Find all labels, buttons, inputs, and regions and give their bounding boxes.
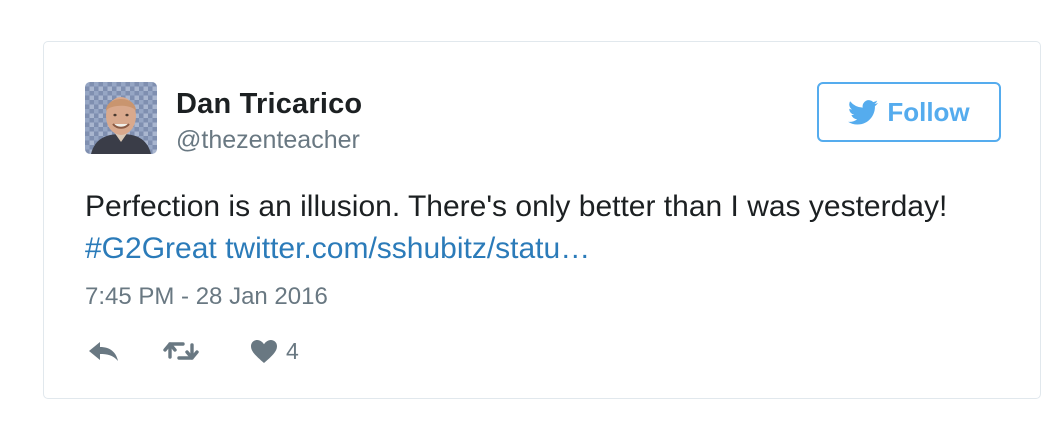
reply-button[interactable]: [87, 335, 120, 367]
timestamp[interactable]: 7:45 PM - 28 Jan 2016: [85, 283, 328, 311]
status-link[interactable]: twitter.com/sshubitz/statu…: [225, 232, 590, 265]
reply-icon: [89, 342, 118, 361]
retweet-button[interactable]: [162, 335, 200, 367]
author-handle[interactable]: @thezenteacher: [176, 126, 360, 155]
follow-label: Follow: [887, 96, 970, 127]
follow-button[interactable]: Follow: [817, 82, 1001, 142]
tweet-card: Dan Tricarico @thezenteacher Follow Perf…: [43, 41, 1041, 399]
hashtag-link[interactable]: #G2Great: [85, 232, 217, 265]
tweet-body: Perfection is an illusion. There's only …: [85, 190, 948, 223]
twitter-bird-icon: [848, 99, 879, 125]
heart-icon: [251, 339, 277, 363]
like-button[interactable]: 4: [250, 335, 299, 367]
author-name[interactable]: Dan Tricarico: [176, 88, 362, 121]
avatar[interactable]: [85, 82, 157, 154]
like-count: 4: [286, 337, 299, 364]
retweet-icon: [163, 342, 199, 360]
tweet-text: Perfection is an illusion. There's only …: [85, 186, 965, 270]
